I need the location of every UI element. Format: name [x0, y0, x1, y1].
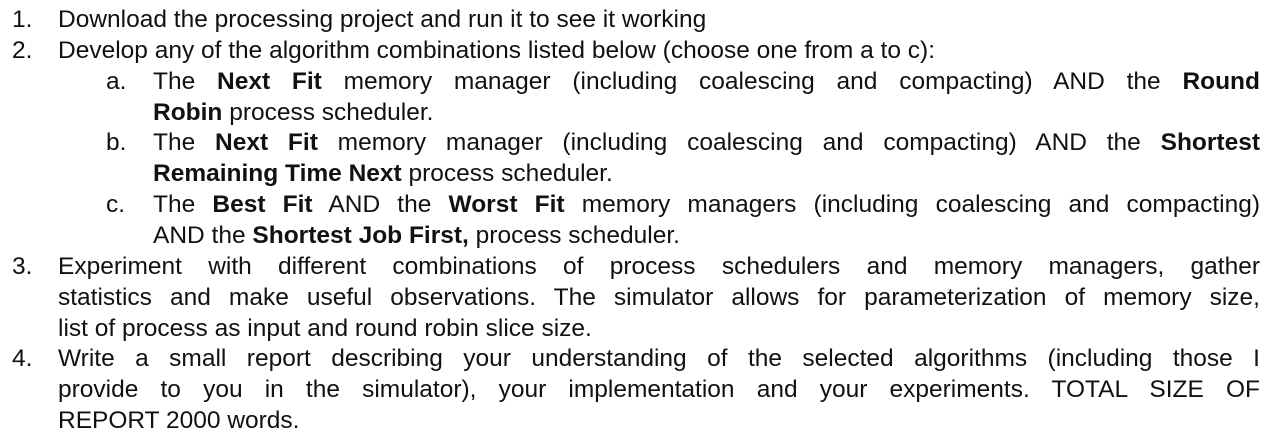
- text-span: The: [153, 68, 217, 95]
- item-line: REPORT 2000 words.: [58, 407, 300, 434]
- bold-term: Remaining Time Next: [153, 160, 402, 187]
- sub-item-line: Remaining Time Next process scheduler.: [153, 158, 1260, 189]
- text-span: process scheduler.: [222, 99, 434, 126]
- item-text: Develop any of the algorithm combination…: [58, 35, 1260, 66]
- sub-item-line: The Next Fit memory manager (including c…: [153, 127, 1260, 158]
- sub-item-text: The Next Fit memory manager (including c…: [153, 66, 1260, 128]
- bold-term: Next Fit: [215, 129, 318, 156]
- bold-term: Worst Fit: [448, 191, 565, 218]
- text-span: The: [153, 129, 216, 156]
- item-line: provide to you in the simulator), your i…: [58, 376, 1260, 403]
- sub-item-letter: c.: [106, 191, 126, 218]
- text-span: memory manager (including coalescing and…: [317, 129, 1161, 156]
- item-number: 1.: [12, 6, 33, 33]
- text-span: memory managers (including coalescing an…: [564, 191, 1260, 218]
- sub-item-letter: a.: [106, 68, 127, 95]
- sub-item-line: Robin process scheduler.: [153, 97, 1260, 128]
- text-span: process scheduler.: [401, 160, 613, 187]
- item-number: 3.: [12, 253, 33, 280]
- item-text: Experiment with different combinations o…: [58, 251, 1260, 344]
- sub-item-letter: b.: [106, 129, 127, 156]
- item-line: statistics and make useful observations.…: [58, 284, 1260, 311]
- sub-item-line: The Next Fit memory manager (including c…: [153, 66, 1260, 97]
- bold-term: Shortest: [1160, 129, 1260, 156]
- bold-term: Robin: [153, 99, 223, 126]
- text-span: AND the: [153, 222, 253, 249]
- text-span: process scheduler.: [468, 222, 680, 249]
- item-line: Experiment with different combinations o…: [58, 253, 1260, 280]
- item-line: list of process as input and round robin…: [58, 315, 592, 342]
- text-span: memory manager (including coalescing and…: [321, 68, 1183, 95]
- item-line: Develop any of the algorithm combination…: [58, 37, 936, 64]
- sub-item-text: The Next Fit memory manager (including c…: [153, 127, 1260, 189]
- sub-item-text: The Best Fit AND the Worst Fit memory ma…: [153, 189, 1260, 251]
- item-line: Download the processing project and run …: [58, 6, 707, 33]
- text-span: The: [153, 191, 213, 218]
- item-number: 4.: [12, 345, 33, 372]
- item-number: 2.: [12, 37, 33, 64]
- item-line: Write a small report describing your und…: [58, 345, 1260, 372]
- bold-term: Round: [1182, 68, 1260, 95]
- bold-term: Shortest Job First,: [252, 222, 469, 249]
- item-text: Download the processing project and run …: [58, 4, 1260, 35]
- item-text: Write a small report describing your und…: [58, 343, 1260, 436]
- bold-term: Best Fit: [212, 191, 313, 218]
- text-span: AND the: [312, 191, 449, 218]
- sub-item-line: AND the Shortest Job First, process sche…: [153, 220, 1260, 251]
- sub-item-line: The Best Fit AND the Worst Fit memory ma…: [153, 189, 1260, 220]
- instructions-document: 1. Download the processing project and r…: [0, 0, 1268, 447]
- bold-term: Next Fit: [217, 68, 322, 95]
